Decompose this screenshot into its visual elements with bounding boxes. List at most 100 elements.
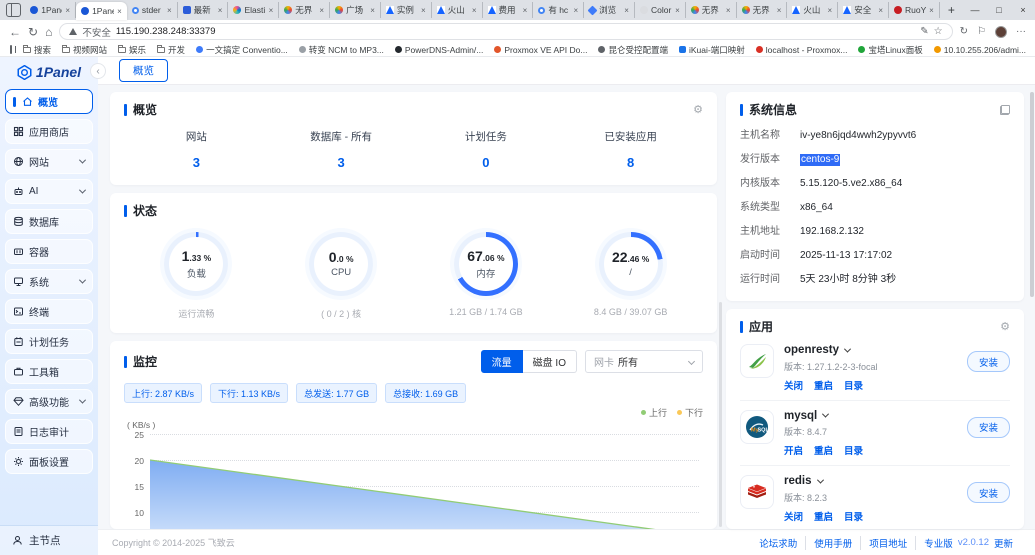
- profile-avatar[interactable]: [995, 26, 1007, 38]
- scrollbar-thumb[interactable]: [1030, 92, 1034, 297]
- bookmark-item[interactable]: 转变 NCM to MP3...: [299, 44, 384, 56]
- tab-close-icon[interactable]: ×: [573, 6, 578, 15]
- collections-icon[interactable]: ⚐: [977, 26, 986, 37]
- bookmark-item[interactable]: PowerDNS-Admin/...: [395, 45, 483, 55]
- tab-close-icon[interactable]: ×: [421, 6, 426, 15]
- bookmark-item[interactable]: 昆仑受控配置端: [598, 44, 668, 56]
- app-directory-link[interactable]: 目录: [844, 378, 863, 392]
- tab-close-icon[interactable]: ×: [929, 6, 934, 15]
- tab-close-icon[interactable]: ×: [726, 6, 731, 15]
- browser-tab[interactable]: 浏览×: [584, 2, 635, 18]
- app-stop-link[interactable]: 关闭: [784, 378, 803, 392]
- address-bar[interactable]: 不安全 115.190.238.248:33379 ✎ ☆: [59, 23, 952, 40]
- browser-tab[interactable]: Color×: [635, 2, 686, 18]
- sidebar-item-logs[interactable]: 日志审计: [5, 419, 93, 444]
- app-name[interactable]: mysql: [784, 410, 967, 422]
- browser-tab[interactable]: 安全×: [838, 2, 889, 18]
- bookmark-item[interactable]: 一文搞定 Conventio...: [196, 44, 288, 56]
- stat-value-link[interactable]: 3: [124, 155, 269, 170]
- tab-layout-icon[interactable]: [6, 3, 21, 17]
- sync-icon[interactable]: ↻: [960, 26, 968, 37]
- copy-icon[interactable]: [1000, 105, 1010, 115]
- tab-close-icon[interactable]: ×: [523, 6, 528, 15]
- sidebar-item-container[interactable]: 容器: [5, 239, 93, 264]
- browser-tab[interactable]: RuoY×: [889, 2, 940, 18]
- tab-close-icon[interactable]: ×: [319, 6, 324, 15]
- sidebar-item-system[interactable]: 系统: [5, 269, 93, 294]
- stat-value-link[interactable]: 0: [414, 155, 559, 170]
- tab-close-icon[interactable]: ×: [878, 6, 883, 15]
- sidebar-item-database[interactable]: 数据库: [5, 209, 93, 234]
- stat-value-link[interactable]: 3: [269, 155, 414, 170]
- tab-close-icon[interactable]: ×: [218, 6, 223, 15]
- bookmark-star-icon[interactable]: ☆: [934, 26, 943, 37]
- browser-tab[interactable]: 无界×: [279, 2, 330, 18]
- bookmark-item[interactable]: iKuai-端口映射: [679, 44, 745, 56]
- browser-tab[interactable]: 火山×: [787, 2, 838, 18]
- tab-close-icon[interactable]: ×: [624, 6, 629, 15]
- install-button[interactable]: 安装: [967, 417, 1010, 438]
- sidebar-item-overview[interactable]: 概览: [5, 89, 93, 114]
- browser-tab-active[interactable]: 1Pane×: [76, 2, 127, 20]
- sidebar-item-cronjob[interactable]: 计划任务: [5, 329, 93, 354]
- browser-tab[interactable]: 广场×: [330, 2, 381, 18]
- browser-tab[interactable]: 1Pane×: [25, 2, 76, 18]
- browser-tab[interactable]: 火山×: [432, 2, 483, 18]
- sidebar-item-appstore[interactable]: 应用商店: [5, 119, 93, 144]
- browser-tab[interactable]: stder×: [127, 2, 178, 18]
- apps-settings-gear-icon[interactable]: ⚙: [1000, 320, 1010, 333]
- app-restart-link[interactable]: 重启: [814, 443, 833, 457]
- overview-settings-gear-icon[interactable]: ⚙: [693, 103, 703, 116]
- app-start-link[interactable]: 开启: [784, 443, 803, 457]
- more-menu-icon[interactable]: ···: [1016, 26, 1026, 37]
- legend-down[interactable]: 下行: [677, 406, 703, 419]
- browser-tab[interactable]: 费用×: [483, 2, 534, 18]
- window-minimize-button[interactable]: —: [963, 0, 987, 20]
- bookmark-folder[interactable]: 开发: [157, 44, 185, 56]
- nic-select-dropdown[interactable]: 网卡 所有: [585, 350, 703, 373]
- app-restart-link[interactable]: 重启: [814, 509, 833, 523]
- sidebar-item-toolbox[interactable]: 工具箱: [5, 359, 93, 384]
- stat-value-link[interactable]: 8: [558, 155, 703, 170]
- browser-tab[interactable]: 有 hc×: [533, 2, 584, 18]
- user-manual-link[interactable]: 使用手册: [806, 536, 861, 550]
- scrollbar-thumb[interactable]: [719, 302, 722, 527]
- browser-tab[interactable]: 实例×: [381, 2, 432, 18]
- app-directory-link[interactable]: 目录: [844, 509, 863, 523]
- tab-close-icon[interactable]: ×: [675, 6, 680, 15]
- tab-close-icon[interactable]: ×: [777, 6, 782, 15]
- new-tab-button[interactable]: +: [940, 3, 963, 17]
- tab-close-icon[interactable]: ×: [269, 6, 274, 15]
- browser-tab[interactable]: 无界×: [686, 2, 737, 18]
- sidebar-collapse-button[interactable]: ‹: [90, 63, 106, 79]
- master-node-selector[interactable]: 主节点: [0, 525, 98, 555]
- forum-help-link[interactable]: 论坛求助: [751, 536, 806, 550]
- bookmark-folder[interactable]: 搜索: [23, 44, 51, 56]
- app-restart-link[interactable]: 重启: [814, 378, 833, 392]
- tab-close-icon[interactable]: ×: [167, 6, 172, 15]
- bookmark-item[interactable]: Proxmox VE API Do...: [494, 45, 587, 55]
- page-tab-overview[interactable]: 概览: [119, 59, 168, 82]
- bookmark-folder[interactable]: 视频网站: [62, 44, 107, 56]
- legend-up[interactable]: 上行: [641, 406, 667, 419]
- app-name[interactable]: redis: [784, 475, 967, 487]
- sidebar-item-ai[interactable]: AI: [5, 179, 93, 204]
- sidebar-item-terminal[interactable]: 终端: [5, 299, 93, 324]
- tab-close-icon[interactable]: ×: [828, 6, 833, 15]
- sidebar-item-website[interactable]: 网站: [5, 149, 93, 174]
- bookmark-item[interactable]: 宝塔Linux面板: [858, 44, 922, 56]
- app-stop-link[interactable]: 关闭: [784, 509, 803, 523]
- reload-icon[interactable]: ↻: [28, 26, 38, 38]
- browser-tab[interactable]: Elasti×: [228, 2, 279, 18]
- bookmark-item[interactable]: localhost - Proxmox...: [756, 45, 848, 55]
- home-icon[interactable]: ⌂: [45, 26, 52, 38]
- browser-tab[interactable]: 无界×: [737, 2, 788, 18]
- update-link[interactable]: 更新: [994, 536, 1013, 550]
- bookmarks-sidebar-icon[interactable]: [10, 45, 12, 54]
- sidebar-item-advanced[interactable]: 高级功能: [5, 389, 93, 414]
- bookmark-folder[interactable]: 娱乐: [118, 44, 146, 56]
- app-name[interactable]: openresty: [784, 344, 967, 356]
- url-text[interactable]: 115.190.238.248:33379: [116, 26, 915, 37]
- app-logo[interactable]: 1Panel: [0, 57, 98, 87]
- project-address-link[interactable]: 项目地址: [861, 536, 916, 550]
